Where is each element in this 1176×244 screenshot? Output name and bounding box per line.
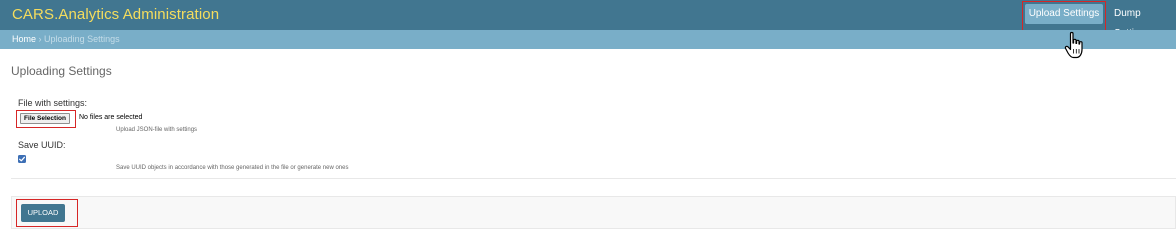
site-title[interactable]: CARS.Analytics Administration bbox=[12, 6, 219, 23]
file-status-text: No files are selected bbox=[79, 114, 143, 121]
dump-settings-button[interactable]: Dump Settings bbox=[1104, 4, 1176, 39]
submit-row bbox=[11, 196, 1176, 229]
save-uuid-checkbox[interactable] bbox=[18, 155, 26, 163]
form-divider bbox=[11, 178, 1176, 179]
header-bar: CARS.Analytics Administration Upload Set… bbox=[0, 0, 1176, 39]
file-field-label: File with settings: bbox=[18, 98, 88, 108]
file-selection-button[interactable]: File Selection bbox=[20, 113, 70, 124]
upload-button[interactable]: UPLOAD bbox=[21, 204, 65, 222]
uuid-field-label: Save UUID: bbox=[18, 140, 66, 150]
uuid-field-help: Save UUID objects in accordance with tho… bbox=[116, 165, 349, 171]
breadcrumb-current: Uploading Settings bbox=[44, 34, 120, 44]
page-title: Uploading Settings bbox=[11, 64, 112, 78]
breadcrumb-home-link[interactable]: Home bbox=[12, 34, 36, 44]
breadcrumb-separator: › bbox=[38, 34, 42, 44]
upload-settings-button[interactable]: Upload Settings bbox=[1025, 4, 1103, 24]
hand-pointer-icon bbox=[1064, 31, 1083, 59]
checkbox-checked-icon bbox=[19, 156, 25, 162]
breadcrumb: Home › Uploading Settings bbox=[0, 30, 1176, 49]
file-field-help: Upload JSON-file with settings bbox=[116, 127, 198, 133]
